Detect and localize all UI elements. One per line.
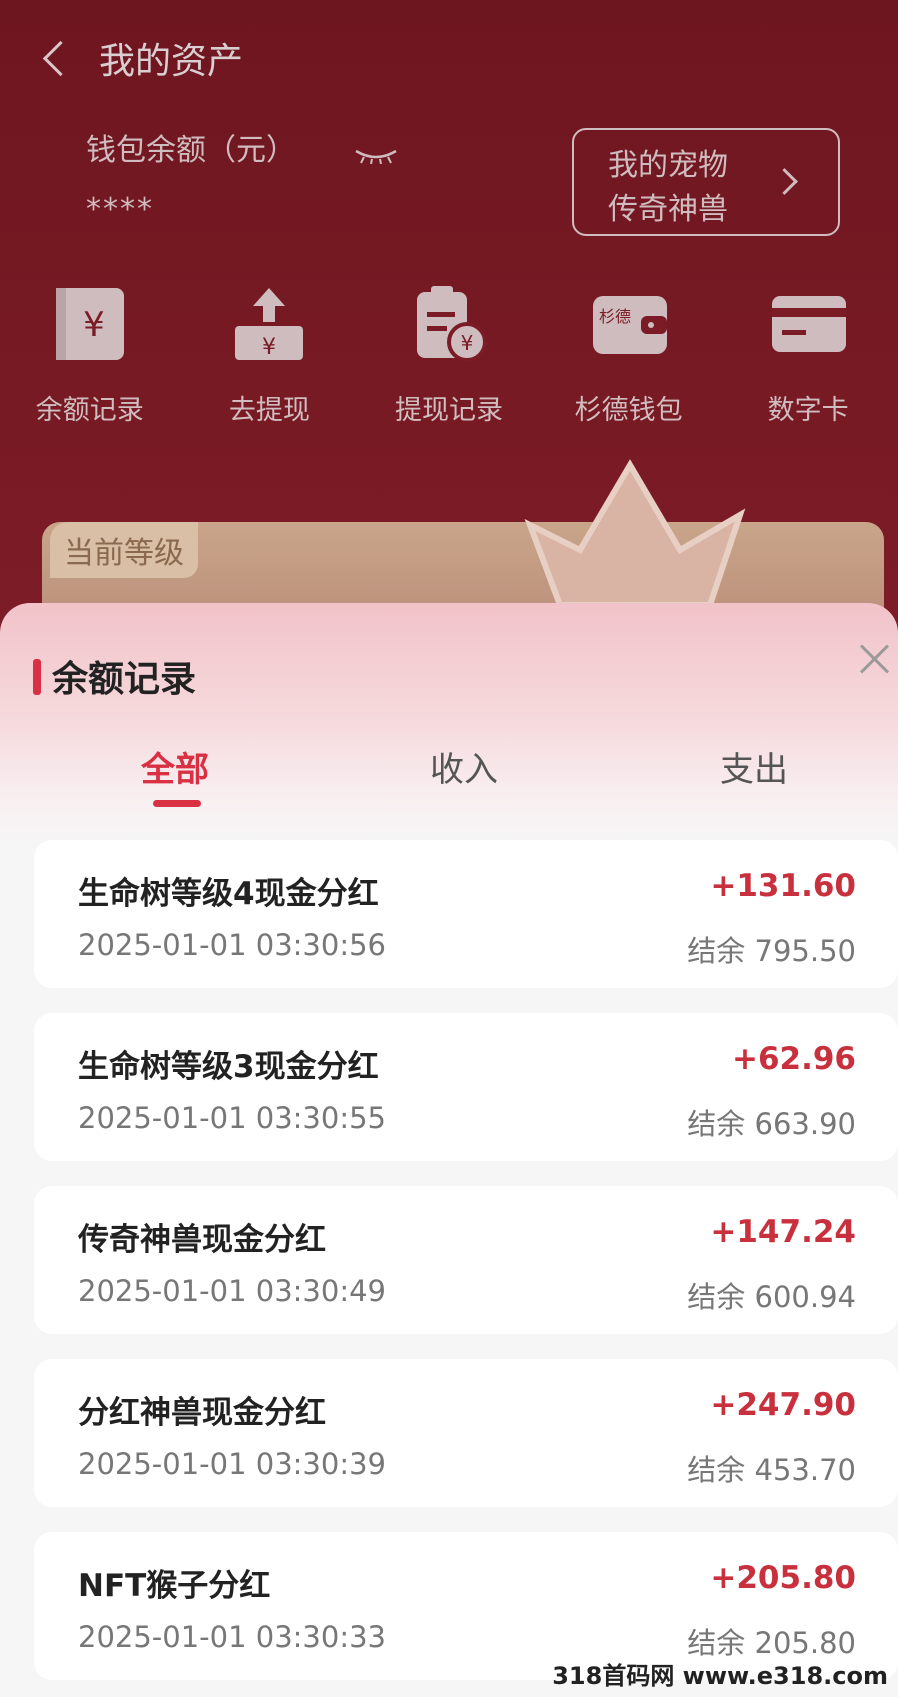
record-balance: 结余 663.90: [687, 1107, 856, 1141]
wallet-icon: 杉德: [592, 296, 667, 354]
page-title: 我的资产: [99, 41, 244, 82]
wallet-balance-label: 钱包余额（元）: [86, 133, 296, 168]
record-time: 2025-01-01 03:30:55: [78, 1101, 386, 1135]
svg-text:¥: ¥: [83, 305, 105, 345]
action-label: 去提现: [228, 395, 310, 426]
record-name: 传奇神兽现金分红: [78, 1222, 326, 1258]
title-accent-bar: [33, 659, 41, 695]
record-name: 生命树等级4现金分红: [78, 876, 379, 912]
record-time: 2025-01-01 03:30:39: [78, 1447, 386, 1481]
record-balance: 结余 453.70: [687, 1453, 856, 1487]
record-amount: +62.96: [731, 1041, 856, 1077]
sheet-title: 余额记录: [52, 659, 197, 700]
my-pet-label: 我的宠物: [608, 148, 728, 183]
record-balance: 结余 795.50: [687, 934, 856, 968]
pet-name-label: 传奇神兽: [608, 192, 728, 227]
record-time: 2025-01-01 03:30:56: [78, 928, 386, 962]
wallet-icon-text: 杉德: [599, 307, 631, 326]
action-grid: ¥ 余额记录 ¥ 去提现 ¥ 提现记录 杉德 杉德钱包 数字卡: [0, 282, 898, 427]
tab-all[interactable]: 全部: [141, 742, 209, 791]
record-item[interactable]: 分红神兽现金分红 +247.90 2025-01-01 03:30:39 结余 …: [34, 1359, 898, 1507]
crown-badge-icon: [524, 459, 746, 605]
action-digital-card[interactable]: 数字卡: [723, 282, 893, 427]
action-label: 提现记录: [394, 395, 503, 426]
svg-text:¥: ¥: [262, 335, 276, 360]
record-amount: +131.60: [710, 868, 856, 904]
tab-expense[interactable]: 支出: [720, 742, 788, 791]
record-amount: +147.24: [710, 1214, 856, 1250]
clipboard-yuan-icon: ¥: [416, 286, 487, 362]
record-amount: +247.90: [710, 1387, 856, 1423]
action-label: 数字卡: [767, 395, 849, 426]
card-icon: [772, 296, 847, 352]
nav-bar: 我的资产: [40, 30, 243, 86]
my-pet-button[interactable]: 我的宠物 传奇神兽: [572, 128, 840, 236]
record-time: 2025-01-01 03:30:49: [78, 1274, 386, 1308]
receipt-yuan-icon: ¥: [55, 288, 124, 360]
action-label: 杉德钱包: [574, 395, 683, 426]
record-balance: 结余 600.94: [687, 1280, 856, 1314]
action-sande-wallet[interactable]: 杉德 杉德钱包: [544, 282, 714, 427]
tab-income[interactable]: 收入: [430, 742, 498, 791]
back-arrow-icon[interactable]: [42, 40, 79, 76]
active-tab-indicator: [153, 800, 201, 807]
record-item[interactable]: 生命树等级4现金分红 +131.60 2025-01-01 03:30:56 结…: [34, 840, 898, 988]
chevron-right-icon: [771, 168, 798, 195]
record-name: NFT猴子分红: [78, 1568, 271, 1604]
record-name: 生命树等级3现金分红: [78, 1049, 379, 1085]
current-level-label: 当前等级: [50, 522, 198, 578]
eye-closed-icon[interactable]: [354, 148, 398, 164]
record-item[interactable]: 传奇神兽现金分红 +147.24 2025-01-01 03:30:49 结余 …: [34, 1186, 898, 1334]
record-amount: +205.80: [710, 1560, 856, 1596]
wallet-balance-masked: ****: [86, 192, 154, 227]
record-time: 2025-01-01 03:30:33: [78, 1620, 386, 1654]
action-balance-records[interactable]: ¥ 余额记录: [5, 282, 175, 427]
action-label: 余额记录: [35, 395, 144, 426]
withdraw-tray-icon: ¥: [235, 288, 304, 360]
svg-text:¥: ¥: [461, 331, 474, 355]
action-withdraw-records[interactable]: ¥ 提现记录: [364, 282, 534, 427]
close-icon[interactable]: [856, 640, 892, 676]
record-item[interactable]: 生命树等级3现金分红 +62.96 2025-01-01 03:30:55 结余…: [34, 1013, 898, 1161]
watermark: 318首码网 www.e318.com: [552, 1662, 888, 1690]
record-name: 分红神兽现金分红: [78, 1395, 326, 1431]
action-withdraw[interactable]: ¥ 去提现: [184, 282, 354, 427]
